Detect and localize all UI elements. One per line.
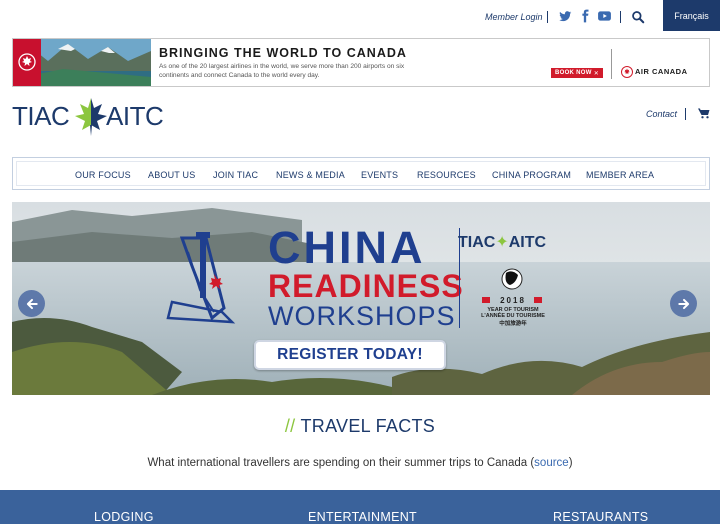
ad-brand-name: AIR CANADA — [635, 67, 688, 76]
travel-facts-subtitle: What international travellers are spendi… — [0, 457, 720, 469]
slider-prev-button[interactable] — [18, 290, 45, 317]
arrow-left-icon — [26, 298, 38, 309]
nav-item-news-media[interactable]: NEWS & MEDIA — [276, 170, 345, 180]
heading-slash: // — [284, 416, 296, 436]
utility-bar: Member Login Français — [0, 0, 720, 36]
member-login-link[interactable]: Member Login — [485, 12, 543, 22]
nav-item-join-tiac[interactable]: JOIN TIAC — [213, 170, 258, 180]
hero-title-line2: READINESS — [268, 268, 464, 304]
cart-icon[interactable] — [698, 108, 710, 119]
hero-logo-right: AITC — [508, 234, 547, 251]
divider — [547, 11, 548, 23]
travel-facts-title: TRAVEL FACTS — [300, 416, 436, 436]
nav-item-our-focus[interactable]: OUR FOCUS — [75, 170, 131, 180]
ad-photo — [13, 39, 151, 86]
nav-item-resources[interactable]: RESOURCES — [417, 170, 476, 180]
divider — [611, 49, 612, 79]
subtitle-text: What international travellers are spendi… — [147, 457, 535, 469]
book-now-label: BOOK NOW — [554, 70, 592, 76]
ad-banner[interactable]: BRINGING THE WORLD TO CANADA As one of t… — [12, 38, 710, 87]
logo-text-right: AITC — [106, 101, 164, 131]
nav-item-about-us[interactable]: ABOUT US — [148, 170, 195, 180]
fact-label-entertainment: ENTERTAINMENT — [308, 510, 417, 524]
year-line-chinese: 中加旅游年 — [499, 321, 527, 327]
main-nav: OUR FOCUS ABOUT US JOIN TIAC NEWS & MEDI… — [12, 157, 710, 190]
nav-item-events[interactable]: EVENTS — [361, 170, 398, 180]
hero-slide[interactable]: CHINA READINESS WORKSHOPS TIAC✦AITC 2018… — [12, 202, 710, 395]
language-toggle-button[interactable]: Français — [663, 0, 720, 31]
year-number: 2018 — [500, 296, 526, 305]
slider-next-button[interactable] — [670, 290, 697, 317]
close-icon: ✕ — [593, 70, 600, 77]
search-icon[interactable] — [631, 10, 645, 24]
ad-heading: BRINGING THE WORLD TO CANADA — [159, 46, 407, 60]
maple-leaf-logo-icon — [75, 98, 107, 136]
logo-text-left: TIAC — [12, 101, 70, 131]
arrow-right-icon — [677, 298, 689, 309]
register-today-button[interactable]: REGISTER TODAY! — [254, 340, 446, 370]
ad-body-text: As one of the 20 largest airlines in the… — [159, 63, 405, 79]
maple-leaf-icon: ✦ — [495, 234, 509, 251]
nav-item-china-program[interactable]: CHINA PROGRAM — [492, 170, 571, 180]
source-link[interactable]: source — [534, 457, 569, 469]
youtube-icon[interactable] — [597, 9, 612, 23]
facebook-icon[interactable] — [578, 9, 592, 23]
hero-title-line1: CHINA — [268, 222, 426, 273]
travel-facts-heading: //TRAVEL FACTS — [0, 416, 720, 437]
book-now-button[interactable]: BOOK NOW ✕ — [551, 68, 603, 78]
hero-logo-left: TIAC — [458, 234, 496, 251]
fact-label-lodging: LODGING — [94, 510, 154, 524]
divider — [620, 11, 621, 23]
travel-facts-band: LODGING ENTERTAINMENT RESTAURANTS — [0, 490, 720, 524]
hero-title-line3: WORKSHOPS — [268, 301, 456, 331]
maple-leaf-icon — [621, 66, 633, 78]
divider — [685, 108, 686, 120]
hero-tiac-logo: TIAC✦AITC — [458, 232, 546, 252]
twitter-icon[interactable] — [558, 9, 572, 23]
fact-label-restaurants: RESTAURANTS — [553, 510, 649, 524]
subtitle-close: ) — [568, 457, 573, 469]
contact-link[interactable]: Contact — [646, 109, 677, 119]
nav-item-member-area[interactable]: MEMBER AREA — [586, 170, 654, 180]
